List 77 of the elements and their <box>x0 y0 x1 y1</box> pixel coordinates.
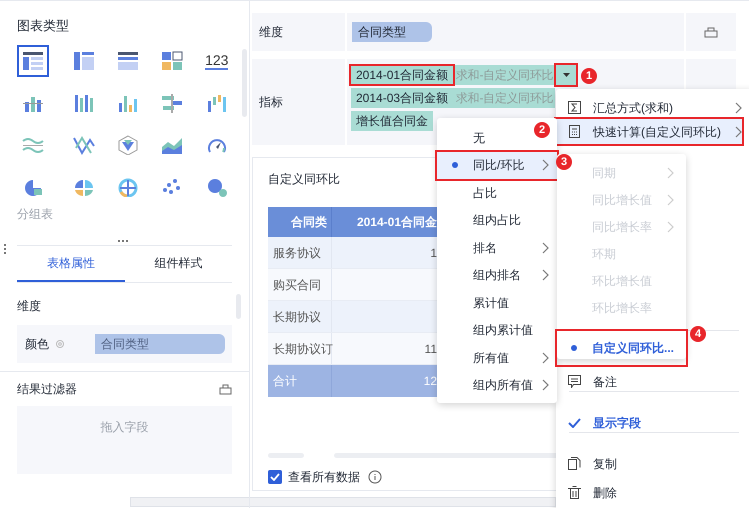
field-pill[interactable]: 2014-01合同金额 求和-自定义同环比 <box>351 65 556 85</box>
check-icon <box>568 418 581 428</box>
trash-icon <box>568 486 581 499</box>
comment-icon <box>568 375 581 388</box>
menu-item[interactable]: 无 <box>437 124 493 152</box>
row-label: 指标 <box>252 59 345 145</box>
table-cell-text: 11 <box>424 340 437 358</box>
menu-item[interactable]: 同比/环比 <box>437 152 557 179</box>
field-pill[interactable]: 增长值合同金 <box>351 111 433 131</box>
drag-handle-icon[interactable] <box>118 238 130 244</box>
chevron-right-icon[interactable] <box>542 269 549 282</box>
menu-item[interactable]: 组内累计值 <box>437 316 541 344</box>
tab[interactable]: 表格属性 <box>17 246 124 282</box>
checkbox[interactable] <box>268 470 282 484</box>
drag-handle-icon[interactable] <box>4 244 7 256</box>
total-cell-text: 12 <box>424 373 437 390</box>
chart-icon <box>116 135 139 155</box>
menu-item[interactable]: 占比 <box>437 179 505 206</box>
chart-icon <box>22 135 44 155</box>
menu-item[interactable]: 累计值 <box>437 289 517 316</box>
chart-icon <box>72 93 95 113</box>
info-icon[interactable] <box>368 470 382 484</box>
total-cell: 合计 <box>268 365 332 397</box>
chart-icon <box>206 93 228 113</box>
chart-icon <box>22 51 44 71</box>
field-pill[interactable]: 合同类型 <box>352 22 432 42</box>
menu-item[interactable]: 快速计算(自定义同环比) <box>556 119 742 144</box>
chevron-right-icon[interactable] <box>735 126 742 138</box>
table-cell: 长期协议订 <box>268 333 332 364</box>
chart-type-name: 分组表 <box>17 206 53 223</box>
menu-item[interactable]: 自定义同环比... <box>557 331 686 365</box>
menu-item[interactable]: 汇总方式(求和) <box>556 95 742 120</box>
chart-icon <box>161 51 184 71</box>
chart-icon <box>206 177 228 197</box>
calculator-icon <box>568 125 581 138</box>
chart-icon <box>72 51 95 71</box>
chevron-right-icon[interactable] <box>735 102 742 114</box>
table-cell: 购买合同 <box>268 269 332 300</box>
table-cell-text: 1 <box>430 244 437 262</box>
menu-item[interactable]: 复制 <box>556 451 742 476</box>
panel-title: 图表类型 <box>17 17 69 35</box>
property-label: 颜色 <box>25 336 50 353</box>
menu-item[interactable]: 组内所有值 <box>437 372 557 399</box>
field-pill[interactable]: 2014-03合同金额 求和-自定义同环比 <box>351 88 556 108</box>
menu-item[interactable]: 组内占比 <box>437 206 529 234</box>
menu-item[interactable]: 备注 <box>556 369 742 394</box>
field-pill[interactable]: 合同类型 <box>95 334 225 354</box>
chart-icon <box>161 93 184 113</box>
row-label: 维度 <box>252 13 345 51</box>
caret-icon[interactable] <box>562 73 570 77</box>
tab[interactable]: 组件样式 <box>124 246 232 282</box>
chart-icon <box>116 177 139 197</box>
menu-item[interactable]: 所有值 <box>437 344 557 372</box>
sum-icon <box>568 101 581 114</box>
menu-item[interactable]: 组内排名 <box>437 262 557 289</box>
dropdown-button[interactable] <box>556 65 576 85</box>
section-label: 维度 <box>17 298 41 315</box>
chart-icon <box>72 177 95 197</box>
panel-title: 结果过滤器 <box>17 381 77 398</box>
menu-item[interactable]: 显示字段 <box>556 410 742 435</box>
table-cell: 长期协议 <box>268 301 332 332</box>
chevron-right-icon[interactable] <box>542 379 549 392</box>
chevron-right-icon[interactable] <box>542 159 549 172</box>
menu-item[interactable]: 删除 <box>556 480 742 505</box>
chart-icon <box>22 177 44 197</box>
chevron-right-icon[interactable] <box>542 242 549 254</box>
chart-icon <box>116 51 139 71</box>
chart-type-button[interactable]: 123 <box>200 45 233 77</box>
chevron-right-icon[interactable] <box>542 352 549 364</box>
chart-type-button[interactable] <box>17 45 49 77</box>
copy-icon <box>568 457 581 470</box>
menu-item[interactable]: 排名 <box>437 234 557 262</box>
chart-icon <box>72 135 95 155</box>
checkbox-label: 查看所有数据 <box>288 469 360 486</box>
widget-title: 自定义同环比 <box>268 171 340 188</box>
chart-icon <box>116 93 139 113</box>
table-cell: 服务协议 <box>268 237 332 268</box>
